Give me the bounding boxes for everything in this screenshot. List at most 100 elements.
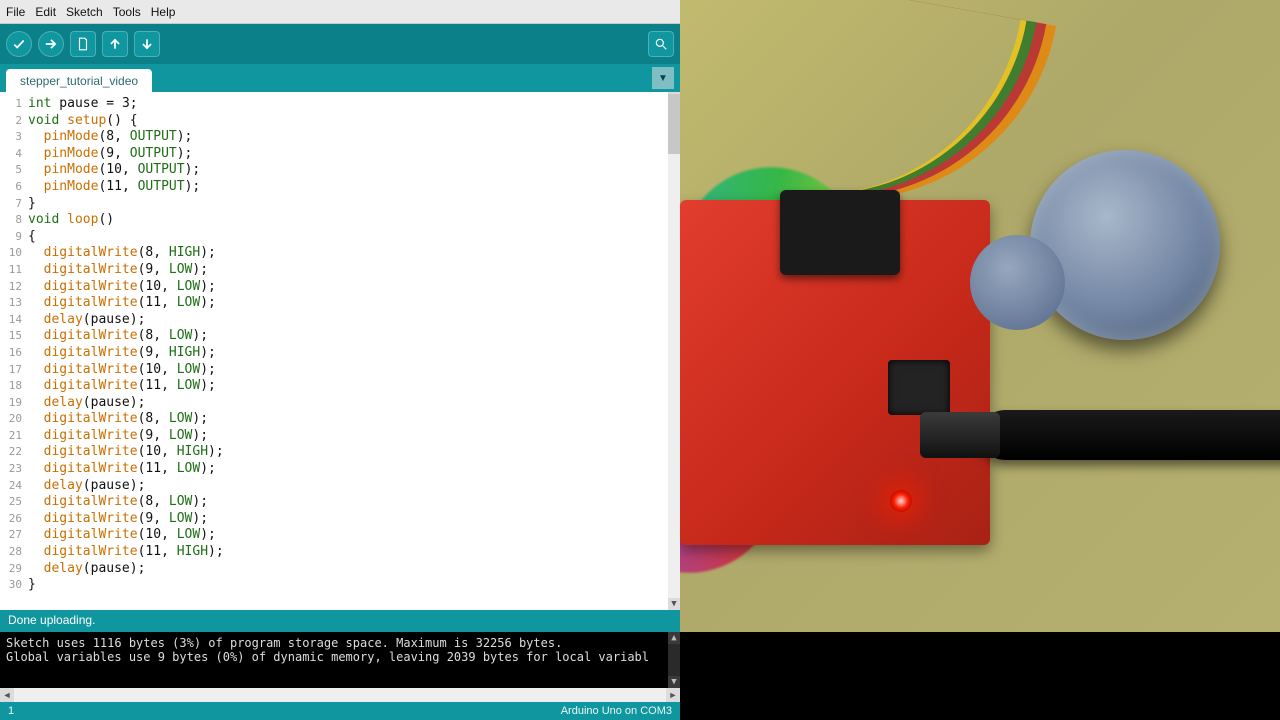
code-line[interactable]: 29 delay(pause); xyxy=(6,561,668,578)
scroll-down-icon[interactable]: ▼ xyxy=(668,598,680,610)
code-token: ( xyxy=(138,511,146,528)
scroll-right-icon[interactable]: ► xyxy=(666,688,680,702)
code-token: ); xyxy=(192,328,208,345)
code-line[interactable]: 13 digitalWrite(11, LOW); xyxy=(6,295,668,312)
code-line[interactable]: 5 pinMode(10, OUTPUT); xyxy=(6,162,668,179)
open-sketch-button[interactable] xyxy=(102,31,128,57)
tab-menu-button[interactable]: ▼ xyxy=(652,67,674,89)
code-line[interactable]: 2void setup() { xyxy=(6,113,668,130)
code-token: , xyxy=(161,544,177,561)
code-token: , xyxy=(153,494,169,511)
code-token: digitalWrite xyxy=(44,378,138,395)
code-line[interactable]: 20 digitalWrite(8, LOW); xyxy=(6,411,668,428)
code-line[interactable]: 22 digitalWrite(10, HIGH); xyxy=(6,444,668,461)
scroll-left-icon[interactable]: ◄ xyxy=(0,688,14,702)
code-token xyxy=(28,428,44,445)
code-line[interactable]: 30} xyxy=(6,577,668,594)
code-token: = xyxy=(106,96,122,113)
code-token xyxy=(28,245,44,262)
code-line[interactable]: 27 digitalWrite(10, LOW); xyxy=(6,527,668,544)
code-token: digitalWrite xyxy=(44,245,138,262)
menu-help[interactable]: Help xyxy=(151,5,176,19)
menu-edit[interactable]: Edit xyxy=(35,5,56,19)
code-token xyxy=(28,494,44,511)
code-token: 8 xyxy=(106,129,114,146)
code-line[interactable]: 4 pinMode(9, OUTPUT); xyxy=(6,146,668,163)
code-token: LOW xyxy=(177,362,200,379)
scroll-down-icon[interactable]: ▼ xyxy=(668,676,680,688)
code-token: 10 xyxy=(145,279,161,296)
menu-file[interactable]: File xyxy=(6,5,25,19)
tab-sketch[interactable]: stepper_tutorial_video xyxy=(6,69,152,93)
editor-vertical-scrollbar[interactable]: ▲ ▼ xyxy=(668,92,680,610)
code-token: ( xyxy=(98,162,106,179)
code-line[interactable]: 1int pause = 3; xyxy=(6,96,668,113)
code-line[interactable]: 7} xyxy=(6,196,668,213)
code-token xyxy=(28,478,44,495)
code-token: ); xyxy=(208,444,224,461)
code-line[interactable]: 11 digitalWrite(9, LOW); xyxy=(6,262,668,279)
code-token: { xyxy=(28,229,36,246)
output-console[interactable]: Sketch uses 1116 bytes (3%) of program s… xyxy=(0,632,680,688)
code-token: , xyxy=(161,444,177,461)
code-token: 8 xyxy=(145,245,153,262)
code-token xyxy=(28,162,44,179)
code-line[interactable]: 26 digitalWrite(9, LOW); xyxy=(6,511,668,528)
code-token: digitalWrite xyxy=(44,328,138,345)
code-token: ( xyxy=(138,411,146,428)
code-token: 8 xyxy=(145,328,153,345)
code-line[interactable]: 19 delay(pause); xyxy=(6,395,668,412)
new-sketch-button[interactable] xyxy=(70,31,96,57)
upload-button[interactable] xyxy=(38,31,64,57)
menu-sketch[interactable]: Sketch xyxy=(66,5,103,19)
code-token: , xyxy=(122,162,138,179)
code-token: 9 xyxy=(145,262,153,279)
scrollbar-thumb[interactable] xyxy=(668,94,680,154)
code-token: , xyxy=(161,527,177,544)
code-token: LOW xyxy=(169,494,192,511)
code-line[interactable]: 23 digitalWrite(11, LOW); xyxy=(6,461,668,478)
tab-bar: stepper_tutorial_video ▼ xyxy=(0,64,680,92)
check-icon xyxy=(12,37,26,51)
code-token xyxy=(28,279,44,296)
code-token: digitalWrite xyxy=(44,262,138,279)
code-token: 11 xyxy=(145,461,161,478)
code-line[interactable]: 10 digitalWrite(8, HIGH); xyxy=(6,245,668,262)
scroll-up-icon[interactable]: ▲ xyxy=(668,632,680,644)
code-line[interactable]: 8void loop() xyxy=(6,212,668,229)
code-line[interactable]: 9{ xyxy=(6,229,668,246)
code-editor[interactable]: 1int pause = 3;2void setup() {3 pinMode(… xyxy=(0,92,680,610)
code-line[interactable]: 24 delay(pause); xyxy=(6,478,668,495)
menu-tools[interactable]: Tools xyxy=(113,5,141,19)
code-token: 11 xyxy=(145,378,161,395)
serial-monitor-button[interactable] xyxy=(648,31,674,57)
code-line[interactable]: 3 pinMode(8, OUTPUT); xyxy=(6,129,668,146)
code-line[interactable]: 28 digitalWrite(11, HIGH); xyxy=(6,544,668,561)
code-line[interactable]: 18 digitalWrite(11, LOW); xyxy=(6,378,668,395)
code-token: pinMode xyxy=(44,162,99,179)
save-sketch-button[interactable] xyxy=(134,31,160,57)
code-line[interactable]: 25 digitalWrite(8, LOW); xyxy=(6,494,668,511)
chevron-down-icon: ▼ xyxy=(658,73,668,84)
code-line[interactable]: 12 digitalWrite(10, LOW); xyxy=(6,279,668,296)
code-line[interactable]: 14 delay(pause); xyxy=(6,312,668,329)
code-token: ); xyxy=(200,295,216,312)
camera-image xyxy=(680,0,1280,632)
verify-button[interactable] xyxy=(6,31,32,57)
console-horizontal-scrollbar[interactable]: ◄ ► xyxy=(0,688,680,702)
console-vertical-scrollbar[interactable]: ▲ ▼ xyxy=(668,632,680,688)
code-line[interactable]: 16 digitalWrite(9, HIGH); xyxy=(6,345,668,362)
code-token xyxy=(28,527,44,544)
code-token: delay xyxy=(44,395,83,412)
footer-board-port: Arduino Uno on COM3 xyxy=(561,705,672,717)
code-token xyxy=(28,362,44,379)
code-token: ); xyxy=(185,162,201,179)
code-token: ); xyxy=(192,511,208,528)
code-token: , xyxy=(161,295,177,312)
code-line[interactable]: 6 pinMode(11, OUTPUT); xyxy=(6,179,668,196)
code-line[interactable]: 21 digitalWrite(9, LOW); xyxy=(6,428,668,445)
code-line[interactable]: 17 digitalWrite(10, LOW); xyxy=(6,362,668,379)
code-line[interactable]: 15 digitalWrite(8, LOW); xyxy=(6,328,668,345)
code-token: delay xyxy=(44,478,83,495)
line-number: 22 xyxy=(6,444,28,461)
